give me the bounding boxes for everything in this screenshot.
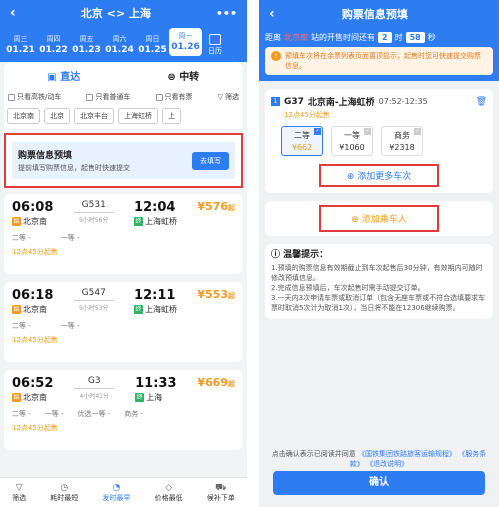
rules-link[interactable]: 《国铁集团铁路旅客运输规程》 — [358, 450, 456, 458]
train-card[interactable]: 06:52 始北京南 G3 4小时41分 11:33 终上海 ¥669起 二等 - 一等… — [4, 370, 243, 450]
sale-countdown: 距离 北京南 站的开售时间还有 2 时 58 秒 — [265, 32, 436, 43]
nav-cheapest[interactable]: ◇ 价格最低 — [155, 483, 183, 503]
tips-box: ⓘ 温馨提示： 1.预填的购票信息有效期截止到车次起售后30分钟，有效期内可随时… — [265, 244, 493, 319]
prefill-train-card: 1 G37 北京南-上海虹桥 07:52-12:35 🗑 12点45分起售 ✓ 二… — [265, 89, 493, 193]
passenger-section: ⊕ 添加乘车人 — [265, 201, 493, 236]
tab-transfer[interactable]: ⊜ 中转 — [124, 68, 244, 83]
train-card[interactable]: 06:18 始北京南 G547 5小时53分 12:11 终上海虹桥 ¥553起 二等… — [4, 282, 243, 362]
check-icon: ✓ — [414, 128, 421, 135]
filter-row: 只看高铁/动车 只看普通车 只看有票 ▽ 筛选 — [4, 88, 243, 106]
station-chip[interactable]: 北京南 — [7, 108, 40, 124]
nav-shortest[interactable]: ◷ 耗时最短 — [50, 483, 78, 503]
calendar-button[interactable]: 日历 — [204, 34, 226, 56]
nav-earliest[interactable]: ◔ 发时最早 — [102, 483, 130, 503]
seat-option-first[interactable]: ✓ 一等 ¥1060 — [331, 126, 373, 156]
confirm-button[interactable]: 确认 — [273, 471, 485, 495]
check-icon: ✓ — [364, 128, 371, 135]
bottom-nav: ▽ 筛选 ◷ 耗时最短 ◔ 发时最早 ◇ 价格最低 ⛟ 候补下单 — [0, 477, 247, 507]
time-icon: ◔ — [112, 482, 121, 493]
add-more-trains-button[interactable]: ⊕ 添加更多车次 — [319, 164, 439, 187]
checkbox-icon — [8, 93, 15, 101]
back-icon[interactable]: ‹ — [10, 5, 16, 21]
origin-badge-icon: 始 — [12, 393, 21, 402]
filter-normal[interactable]: 只看普通车 — [86, 92, 130, 102]
filter-available[interactable]: 只看有票 — [155, 92, 193, 102]
info-icon: ! — [271, 51, 281, 61]
go-fill-button[interactable]: 去填写 — [192, 151, 229, 170]
route-title: 北京 <> 上海 — [80, 7, 151, 20]
station-chips: 北京南 北京 北京丰台 上海虹桥 上 — [4, 106, 243, 129]
station-chip[interactable]: 上 — [162, 108, 181, 124]
trash-icon[interactable]: 🗑 — [476, 97, 487, 107]
calendar-icon — [209, 34, 221, 45]
terminal-badge-icon: 终 — [134, 217, 144, 226]
date-item[interactable]: 周六 01.24 — [103, 34, 136, 56]
promo-title: 购票信息预填 — [18, 151, 73, 161]
route-type-tabs: ▣ 直达 ⊜ 中转 — [4, 62, 243, 88]
notice-bar: ! 预填车次将在余票列表页面置顶显示，起售时您可快速提交购票信息。 — [265, 47, 493, 75]
terminal-badge-icon: 终 — [135, 393, 145, 402]
refund-link[interactable]: 《退改说明》 — [366, 460, 408, 468]
seat-option-business[interactable]: ✓ 商务 ¥2318 — [381, 126, 423, 156]
divider — [73, 212, 114, 213]
date-item[interactable]: 周三 01.21 — [4, 34, 37, 56]
date-strip: 周三 01.21 周四 01.22 周五 01.23 周六 01.24 周日 01.25 … — [0, 26, 247, 62]
train-card[interactable]: 06:08 始北京南 G531 5小时56分 12:04 终上海虹桥 ¥576起 二等… — [4, 194, 243, 274]
seat-options: ✓ 二等 ¥662 ✓ 一等 ¥1060 ✓ 商务 ¥2318 — [271, 126, 487, 156]
promo-subtitle: 提前填写购票信息，起售时快速提交 — [18, 164, 130, 172]
nav-waitlist[interactable]: ⛟ 候补下单 — [207, 483, 235, 503]
plus-icon: ⊕ — [351, 215, 362, 225]
right-screen: ‹ 购票信息预填 距离 北京南 站的开售时间还有 2 时 58 秒 ! 预填车次… — [259, 0, 499, 507]
info-icon: ⓘ — [271, 250, 284, 260]
date-item[interactable]: 周五 01.23 — [70, 34, 103, 56]
left-screen: ‹ 北京 <> 上海 ••• 周三 01.21 周四 01.22 周五 01.23 周… — [0, 0, 247, 507]
nav-filter[interactable]: ▽ 筛选 — [12, 483, 26, 503]
filter-highspeed[interactable]: 只看高铁/动车 — [8, 92, 61, 102]
prefill-promo-banner: 购票信息预填 提前填写购票信息，起售时快速提交 去填写 — [4, 133, 243, 188]
origin-badge-icon: 始 — [12, 305, 21, 314]
add-passenger-button[interactable]: ⊕ 添加乘车人 — [319, 205, 439, 232]
origin-badge-icon: 始 — [12, 217, 21, 226]
seat-option-second[interactable]: ✓ 二等 ¥662 — [281, 126, 323, 156]
plus-icon: ⊕ — [346, 172, 358, 182]
page-title: 购票信息预填 — [341, 8, 408, 21]
left-header: ‹ 北京 <> 上海 ••• 周三 01.21 周四 01.22 周五 01.23 周… — [0, 0, 247, 62]
checkbox-icon — [86, 93, 94, 101]
date-item[interactable]: 周日 01.25 — [136, 34, 169, 56]
clock-icon: ◷ — [60, 482, 69, 493]
divider — [73, 300, 114, 301]
station-chip[interactable]: 上海虹桥 — [118, 108, 158, 124]
date-item-selected[interactable]: 周一 01.26 — [169, 28, 202, 56]
checkbox-icon — [155, 93, 163, 101]
tab-direct[interactable]: ▣ 直达 — [4, 68, 124, 83]
station-chip[interactable]: 北京 — [44, 108, 70, 124]
check-icon: ✓ — [314, 128, 321, 135]
more-icon[interactable]: ••• — [216, 7, 237, 20]
terminal-badge-icon: 终 — [134, 305, 144, 314]
station-chip[interactable]: 北京丰台 — [74, 108, 114, 124]
funnel-icon: ▽ — [15, 482, 23, 493]
cart-icon: ⛟ — [215, 482, 227, 493]
agreement-text: 点击确认表示已阅读并同意 《国铁集团铁路旅客运输规程》 《服务条款》 《退改说明… — [271, 450, 487, 468]
price-tag-icon: ◇ — [165, 482, 173, 493]
right-header: ‹ 购票信息预填 距离 北京南 站的开售时间还有 2 时 58 秒 ! 预填车次… — [259, 0, 499, 81]
divider — [74, 388, 115, 389]
date-item[interactable]: 周四 01.22 — [37, 34, 70, 56]
filter-button[interactable]: ▽ 筛选 — [218, 92, 239, 102]
funnel-icon: ▽ — [217, 93, 223, 101]
